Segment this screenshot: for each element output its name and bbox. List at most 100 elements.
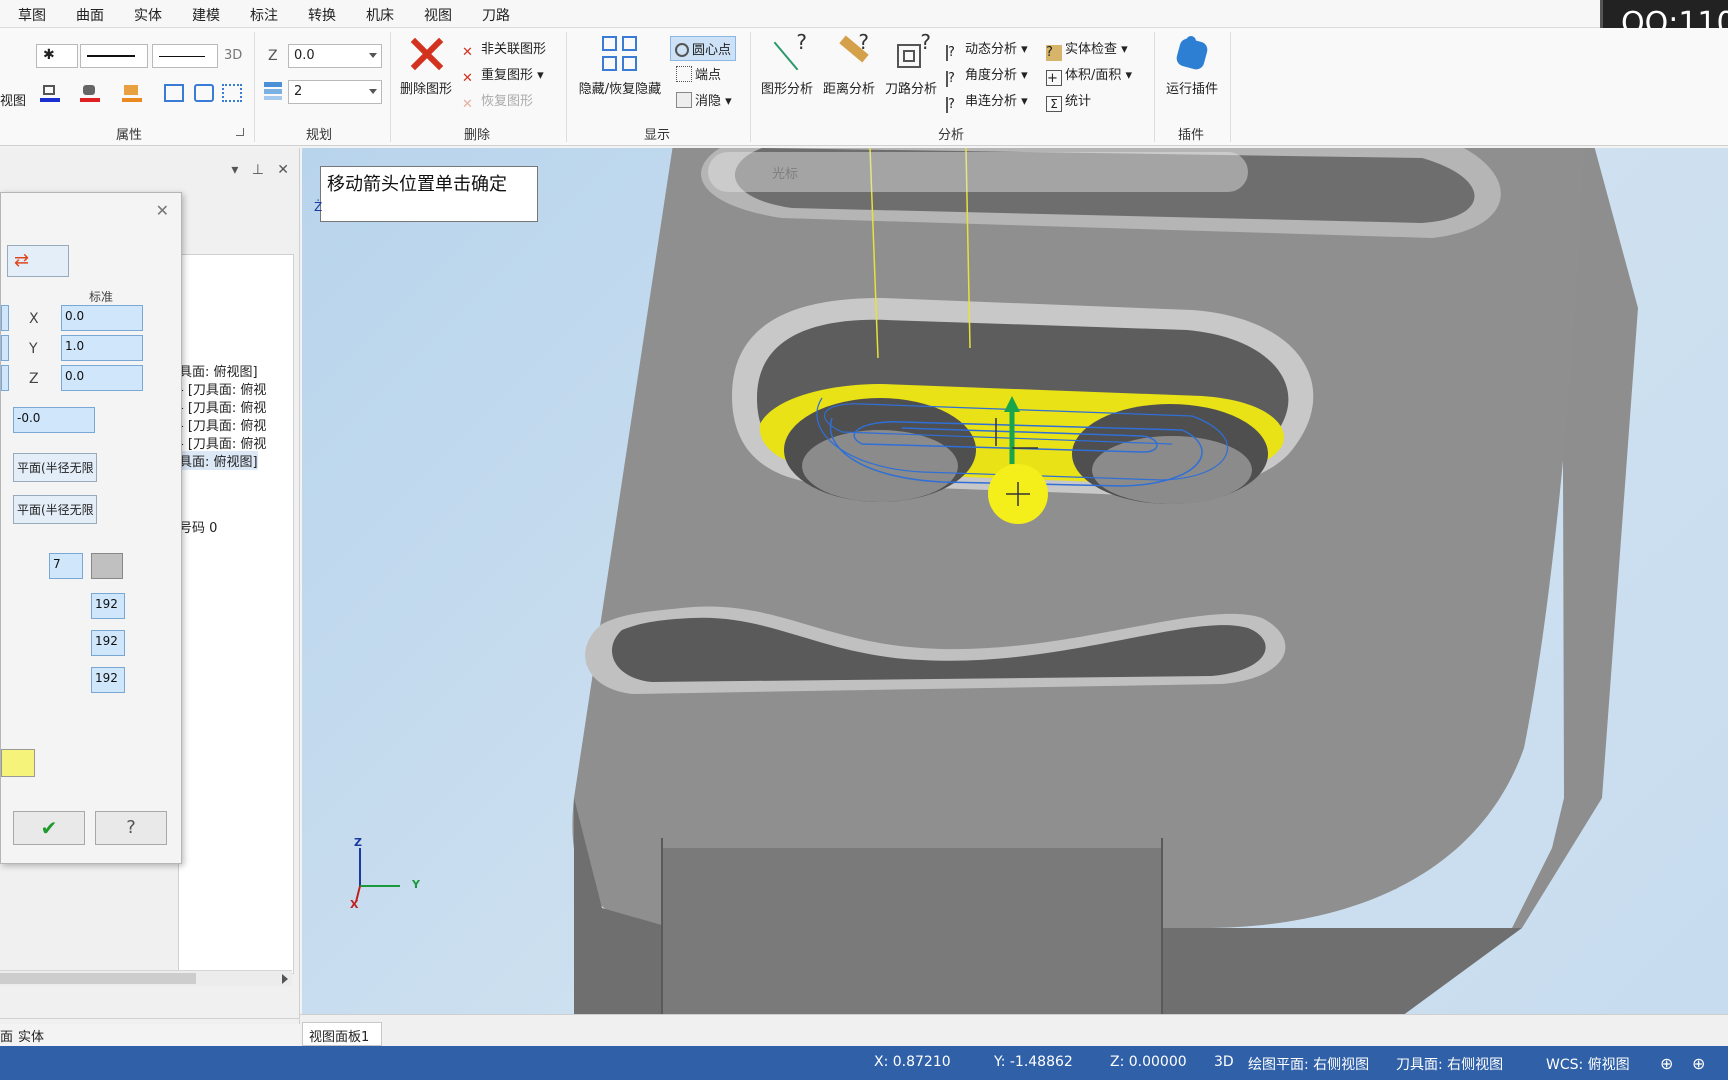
volume-area-button[interactable]: + 体积/面积 ▾ [1046, 64, 1132, 86]
field-edge[interactable] [1, 305, 9, 331]
line-width-combo[interactable] [152, 44, 218, 68]
delete-entities-button[interactable]: 删除图形 [396, 34, 456, 97]
tree-item[interactable]: 具面: 俯视图] [179, 361, 258, 380]
status-tplane[interactable]: 刀具面: 右侧视图 [1396, 1054, 1503, 1074]
toolpath-analysis-button[interactable]: ? 刀路分析 [880, 30, 942, 97]
ruler-icon: ? [829, 30, 869, 74]
tab-solids[interactable]: 实体 [18, 1026, 44, 1045]
z-depth-combo[interactable]: 0.0 [288, 44, 382, 68]
volume-area-icon: + [1046, 70, 1062, 86]
sigma-icon: Σ [1046, 96, 1062, 112]
tree-item[interactable]: - [刀具面: 俯视 [179, 415, 266, 434]
tab-planes[interactable]: 面 [0, 1026, 13, 1045]
point-style-combo[interactable]: ✱ [36, 44, 78, 68]
hide-unhide-button[interactable]: 隐藏/恢复隐藏 [572, 34, 668, 97]
floating-toolbar-label[interactable]: 光标 [772, 163, 798, 182]
line-style-combo[interactable] [80, 44, 148, 68]
menu-toolpaths[interactable]: 刀路 [482, 5, 510, 25]
entity-analysis-button[interactable]: ? 图形分析 [756, 30, 818, 97]
scrollbar-thumb[interactable] [0, 973, 196, 984]
menu-surfaces[interactable]: 曲面 [76, 5, 104, 25]
dialog-launcher-icon[interactable] [236, 128, 244, 136]
globe-icon[interactable]: ⊕ [1660, 1054, 1673, 1073]
graphics-viewport[interactable]: 光标 移动箭头位置单击确定 Ż Z Y X [302, 148, 1728, 1014]
separator [1230, 32, 1231, 142]
group-label-plugin: 插件 [1178, 128, 1205, 143]
status-z-coord[interactable]: Z: 0.00000 [1110, 1054, 1187, 1070]
menu-annotate[interactable]: 标注 [250, 5, 278, 25]
color-swatch-yellow[interactable] [1, 749, 35, 777]
viewsheet-tab[interactable]: 视图面板1 [302, 1022, 382, 1046]
attributes-icon-3[interactable] [222, 84, 242, 102]
x-input[interactable]: 0.0 [61, 305, 143, 331]
field-edge[interactable] [1, 365, 9, 391]
tree-item[interactable]: - [刀具面: 俯视 [179, 379, 266, 398]
y-input[interactable]: 1.0 [61, 335, 143, 361]
plane-button-2[interactable]: 平面(半径无限 [13, 495, 97, 524]
close-icon[interactable]: ✕ [156, 201, 169, 220]
ok-button[interactable]: ✔ [13, 811, 85, 845]
toolpath-analysis-icon: ? [891, 30, 931, 74]
color-swatch-gray[interactable] [91, 553, 123, 579]
help-button[interactable]: ? [95, 811, 167, 845]
menu-sketch[interactable]: 草图 [18, 5, 46, 25]
duplicate-button[interactable]: ✕ 重复图形 ▾ [462, 64, 544, 87]
ribbon: 视图 ✱ 3D 属性 Z 0.0 2 规划 删除图形 ✕ 非关联图形 ✕ 重复图形 … [0, 28, 1728, 146]
menu-machine[interactable]: 机床 [366, 5, 394, 25]
statistics-button[interactable]: Σ 统计 [1046, 90, 1091, 112]
tree-item[interactable]: 号码 0 [179, 517, 217, 536]
menu-model[interactable]: 建模 [192, 5, 220, 25]
floating-quick-toolbar[interactable]: 光标 [708, 152, 1248, 192]
non-assoc-label: 非关联图形 [481, 42, 547, 57]
solid-check-icon: ? [1046, 45, 1062, 61]
mode-3d-toggle[interactable]: 3D [224, 48, 242, 63]
plane-button-1[interactable]: 平面(半径无限 [13, 453, 97, 482]
panel-menu-icon[interactable]: ▾ [231, 162, 238, 178]
depth-input[interactable]: -0.0 [13, 407, 95, 433]
dynamic-analysis-button[interactable]: ? 动态分析 ▾ [946, 38, 1028, 61]
endpoint-toggle[interactable]: 端点 [676, 64, 721, 83]
tree-item-selected[interactable]: 具面: 俯视图] [179, 451, 258, 470]
direction-toggle-button[interactable]: ⇄ [7, 245, 69, 277]
operations-tree: 具面: 俯视图] - [刀具面: 俯视 - [刀具面: 俯视 - [刀具面: 俯… [178, 254, 294, 974]
field-edge[interactable] [1, 335, 9, 361]
chevron-down-icon [369, 53, 377, 58]
red-input[interactable]: 192 [91, 593, 125, 619]
menu-solids[interactable]: 实体 [134, 5, 162, 25]
tree-item[interactable]: - [刀具面: 俯视 [179, 433, 266, 452]
blue-input[interactable]: 192 [91, 667, 125, 693]
restore-button[interactable]: ✕ 恢复图形 [462, 90, 533, 113]
small-x-icon: ✕ [462, 71, 473, 86]
red-x-icon [406, 34, 446, 74]
green-input[interactable]: 192 [91, 630, 125, 656]
line-color-icon[interactable] [80, 84, 100, 102]
globe-icon[interactable]: ⊕ [1692, 1054, 1705, 1073]
blank-button[interactable]: 消隐 ▾ [676, 90, 732, 109]
solid-check-button[interactable]: ? 实体检查 ▾ [1046, 38, 1128, 61]
attributes-icon-2[interactable] [194, 84, 214, 102]
status-wcs[interactable]: WCS: 俯视图 [1546, 1054, 1630, 1074]
chain-analysis-button[interactable]: ? 串连分析 ▾ [946, 90, 1028, 113]
level-combo[interactable]: 2 [288, 80, 382, 104]
pin-icon[interactable]: ⊥ [252, 162, 264, 178]
menu-transform[interactable]: 转换 [308, 5, 336, 25]
angle-analysis-button[interactable]: ? 角度分析 ▾ [946, 64, 1028, 87]
center-point-toggle[interactable]: 圆心点 [670, 36, 737, 61]
menu-view[interactable]: 视图 [424, 5, 452, 25]
number-input[interactable]: 7 [49, 553, 83, 579]
horizontal-scrollbar[interactable] [0, 970, 292, 986]
non-assoc-button[interactable]: ✕ 非关联图形 [462, 38, 546, 61]
point-color-icon[interactable] [40, 84, 60, 102]
distance-analysis-button[interactable]: ? 距离分析 [818, 30, 880, 97]
x-label: X [29, 311, 39, 327]
status-cplane[interactable]: 绘图平面: 右侧视图 [1248, 1054, 1369, 1074]
status-3d-toggle[interactable]: 3D [1214, 1054, 1234, 1070]
run-addin-button[interactable]: 运行插件 [1160, 34, 1224, 97]
close-icon[interactable]: ✕ [277, 162, 289, 178]
solid-color-icon[interactable] [122, 84, 142, 102]
gnomon-z-label: Z [354, 836, 362, 849]
tree-item[interactable]: - [刀具面: 俯视 [179, 397, 266, 416]
attributes-icon-1[interactable] [164, 84, 184, 102]
z-input[interactable]: 0.0 [61, 365, 143, 391]
scroll-right-icon[interactable] [282, 974, 288, 984]
